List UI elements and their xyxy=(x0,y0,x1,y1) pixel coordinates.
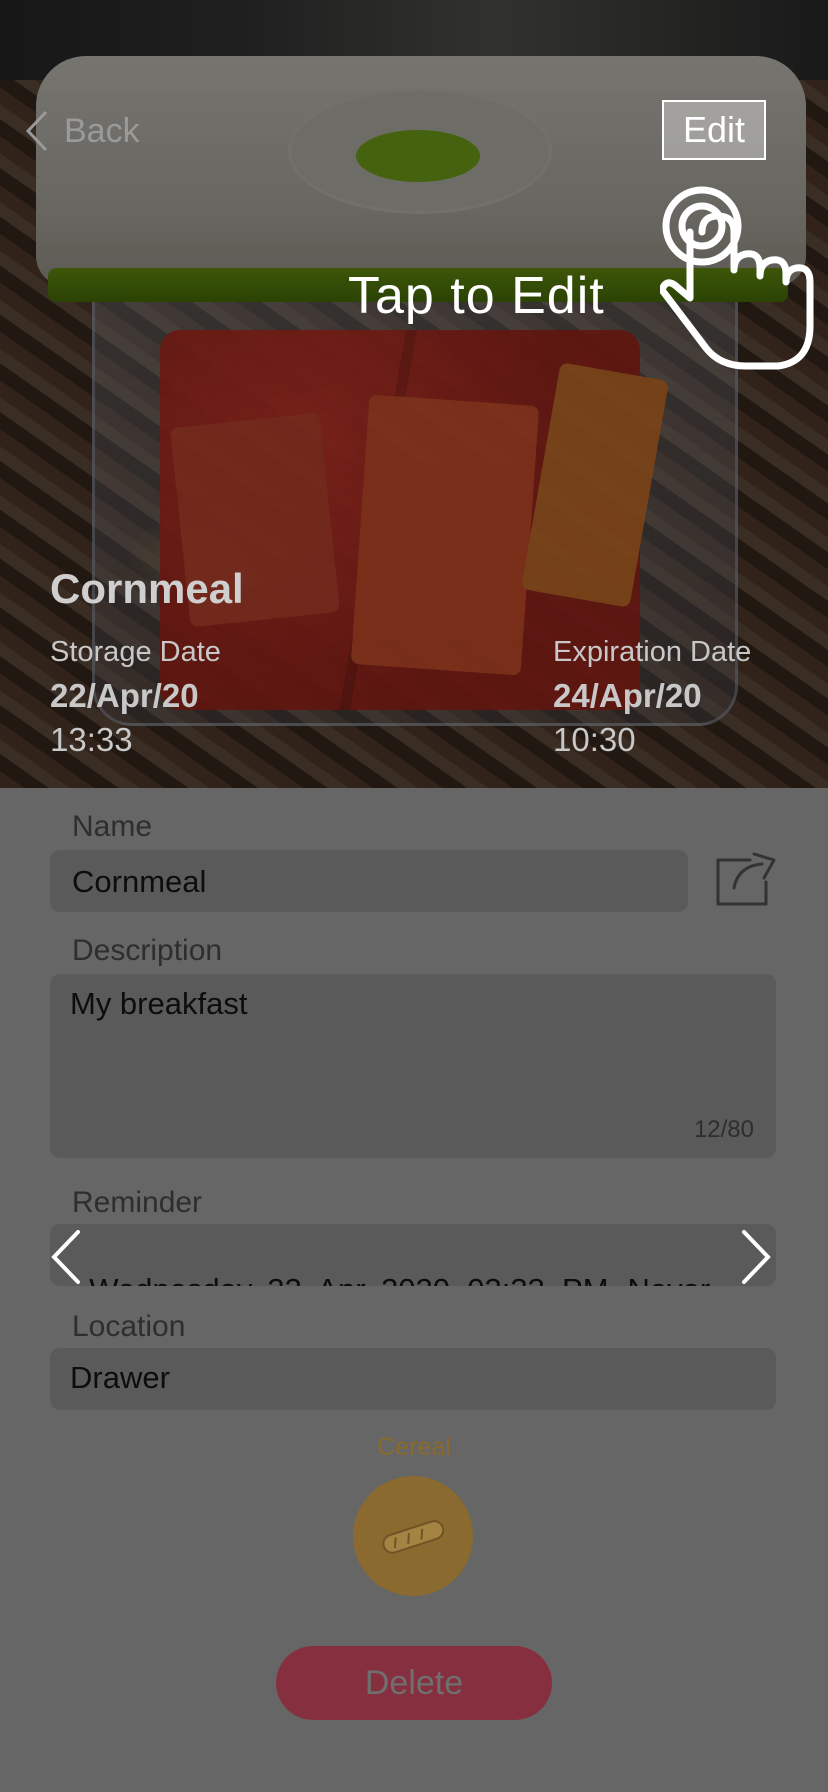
storage-date-label: Storage Date xyxy=(50,636,221,668)
reminder-value: Wednesday, 22 Apr, 2020 ,03:33 PM -Never xyxy=(89,1272,710,1286)
chevron-right-icon[interactable] xyxy=(738,1228,774,1286)
expiration-time-value: 10:30 xyxy=(553,721,636,758)
share-icon[interactable] xyxy=(714,852,778,908)
description-field[interactable]: My breakfast 12/80 xyxy=(50,974,776,1158)
category-label: Cereal xyxy=(377,1433,451,1461)
storage-date-block: Storage Date 22/Apr/20 13:33 xyxy=(50,636,221,759)
tap-hand-icon xyxy=(660,186,814,370)
name-field[interactable]: Cornmeal xyxy=(50,850,688,912)
expiration-date-label: Expiration Date xyxy=(553,636,752,668)
description-label: Description xyxy=(72,934,223,967)
name-value: Cornmeal xyxy=(72,864,207,899)
back-label: Back xyxy=(64,111,140,150)
reminder-field[interactable]: Wednesday, 22 Apr, 2020 ,03:33 PM -Never xyxy=(50,1224,776,1286)
location-field[interactable]: Drawer xyxy=(50,1348,776,1410)
baguette-icon xyxy=(382,1520,445,1554)
location-label: Location xyxy=(72,1310,186,1343)
name-label: Name xyxy=(72,810,153,843)
storage-time-value: 13:33 xyxy=(50,721,133,758)
edit-button[interactable]: Edit xyxy=(662,100,766,160)
location-value: Drawer xyxy=(70,1360,170,1395)
back-button[interactable]: Back xyxy=(22,108,140,154)
reminder-label: Reminder xyxy=(72,1186,203,1219)
expiration-date-value: 24/Apr/20 xyxy=(553,677,702,714)
description-counter: 12/80 xyxy=(693,1116,754,1143)
delete-button[interactable]: Delete xyxy=(276,1646,552,1720)
storage-date-value: 22/Apr/20 xyxy=(50,677,199,714)
category-button[interactable] xyxy=(353,1476,473,1596)
tap-to-edit-hint: Tap to Edit xyxy=(348,267,605,325)
expiration-date-block: Expiration Date 24/Apr/20 10:30 xyxy=(553,636,751,759)
chevron-left-icon[interactable] xyxy=(48,1228,84,1286)
description-value: My breakfast xyxy=(70,986,248,1021)
item-title: Cornmeal xyxy=(50,565,244,612)
chevron-left-icon xyxy=(25,110,48,152)
